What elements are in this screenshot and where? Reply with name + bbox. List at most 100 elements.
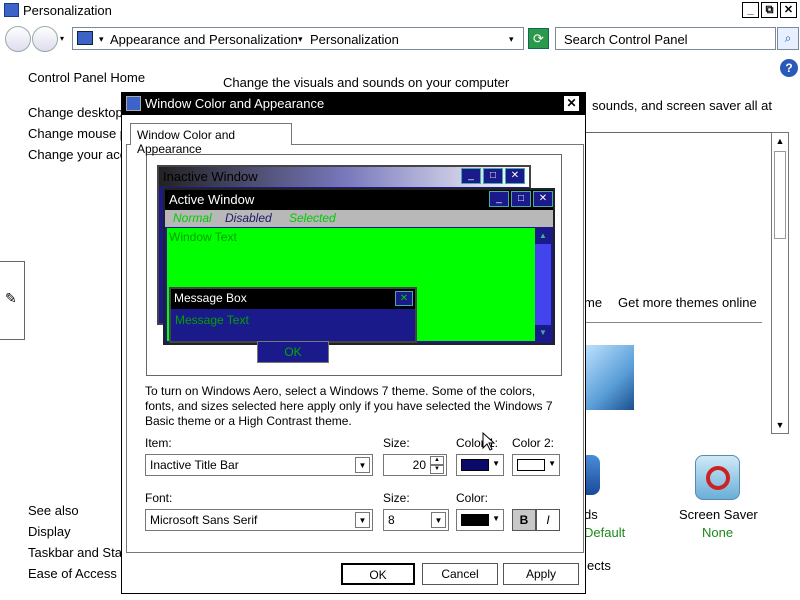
bold-toggle[interactable]: B: [512, 509, 536, 531]
font-label: Font:: [145, 491, 173, 505]
ok-button[interactable]: OK: [341, 563, 415, 585]
recent-pages-icon[interactable]: ▾: [60, 34, 64, 43]
sounds-value[interactable]: Default: [584, 525, 625, 540]
see-also-taskbar-link[interactable]: Taskbar and Sta: [28, 545, 122, 560]
theme-thumbnail[interactable]: [584, 345, 634, 410]
themes-fragment: me: [584, 295, 603, 310]
dialog-close-button[interactable]: ✕: [563, 95, 580, 112]
item-select-value: Inactive Title Bar: [150, 458, 239, 472]
scroll-down-icon[interactable]: ▼: [772, 417, 788, 433]
preview-message-box: Message Box ✕ Message Text OK: [169, 287, 417, 363]
color2-swatch: [517, 459, 545, 471]
refresh-icon[interactable]: ⟳: [528, 28, 549, 49]
chevron-down-icon[interactable]: ▼: [431, 512, 446, 528]
forward-button[interactable]: [32, 26, 58, 52]
see-also-ease-link[interactable]: Ease of Access: [28, 566, 117, 581]
item-size-stepper[interactable]: 20 ▲ ▼: [383, 454, 447, 476]
edit-icon: ✎: [5, 290, 17, 306]
color2-picker[interactable]: ▼: [512, 454, 560, 476]
menu-disabled: Disabled: [225, 211, 272, 225]
active-titlebar: Active Window _ □ ✕: [165, 190, 553, 210]
chevron-down-icon[interactable]: ▾: [99, 34, 104, 45]
maximize-icon: □: [511, 191, 531, 207]
minimize-button[interactable]: _: [742, 2, 759, 18]
stepper-down-icon[interactable]: ▼: [430, 465, 444, 474]
minimize-icon: _: [461, 168, 481, 184]
search-icon[interactable]: ⌕: [777, 27, 799, 50]
divider: [584, 322, 762, 323]
close-button[interactable]: ✕: [780, 2, 797, 18]
sidebar-link-account[interactable]: Change your acc: [28, 147, 126, 162]
personalization-icon: [4, 3, 19, 17]
help-icon[interactable]: ?: [780, 59, 798, 77]
sidebar-link-mouse[interactable]: Change mouse p: [28, 126, 127, 141]
message-box-title: Message Box: [174, 291, 247, 305]
italic-toggle[interactable]: I: [536, 509, 560, 531]
close-icon: ✕: [395, 291, 413, 306]
maximize-icon: □: [483, 168, 503, 184]
window-text: Window Text: [169, 230, 237, 244]
maximize-button[interactable]: ⧉: [761, 2, 778, 18]
dialog-title: Window Color and Appearance: [145, 96, 325, 111]
page-heading: Change the visuals and sounds on your co…: [223, 75, 510, 90]
sounds-label-fragment[interactable]: ds: [584, 507, 598, 522]
screen-saver-value[interactable]: None: [702, 525, 733, 540]
page-subheading: sounds, and screen saver all at: [592, 98, 772, 113]
search-input[interactable]: Search Control Panel: [555, 27, 776, 50]
stepper-up-icon[interactable]: ▲: [430, 456, 444, 465]
minimize-icon: _: [489, 191, 509, 207]
scroll-up-icon[interactable]: ▲: [772, 133, 788, 149]
menu-selected: Selected: [289, 211, 336, 225]
message-text: Message Text: [175, 313, 249, 327]
preview-menu-bar: Normal Disabled Selected: [165, 210, 553, 227]
scroll-up-icon: ▲: [535, 228, 551, 244]
font-size-select[interactable]: 8 ▼: [383, 509, 449, 531]
no-symbol-icon: [706, 466, 730, 490]
preview-scrollbar: ▲ ▼: [535, 228, 551, 341]
sidebar-link-desktop[interactable]: Change desktop: [28, 105, 123, 120]
side-panel-tab[interactable]: ✎: [0, 261, 25, 340]
divider: [584, 132, 772, 133]
font-size-value: 8: [388, 513, 395, 527]
chevron-down-icon[interactable]: ▼: [355, 457, 370, 473]
font-select-value: Microsoft Sans Serif: [150, 513, 258, 527]
font-select[interactable]: Microsoft Sans Serif ▼: [145, 509, 373, 531]
tab-window-color[interactable]: Window Color and Appearance: [130, 123, 292, 156]
window-color-dialog: Window Color and Appearance ✕ Window Col…: [121, 92, 586, 594]
scrollbar-thumb[interactable]: [774, 151, 786, 239]
sounds-icon[interactable]: [584, 455, 600, 495]
breadcrumb-current[interactable]: Personalization: [310, 32, 399, 47]
color1-swatch: [461, 459, 489, 471]
screen-saver-label[interactable]: Screen Saver: [679, 507, 758, 522]
color2-label: Color 2:: [512, 436, 555, 450]
close-icon: ✕: [505, 168, 525, 184]
screen-saver-icon[interactable]: [695, 455, 740, 500]
chevron-down-icon[interactable]: ▼: [355, 512, 370, 528]
font-color-picker[interactable]: ▼: [456, 509, 504, 531]
dialog-titlebar: Window Color and Appearance ✕: [122, 93, 585, 115]
apply-button[interactable]: Apply: [503, 563, 579, 585]
scroll-down-icon: ▼: [535, 325, 551, 341]
address-dropdown-icon[interactable]: ▾: [509, 34, 514, 45]
themes-scrollbar[interactable]: ▲ ▼: [771, 132, 789, 434]
see-also-display-link[interactable]: Display: [28, 524, 71, 539]
inactive-titlebar: Inactive Window _ □ ✕: [159, 167, 529, 187]
breadcrumb-root[interactable]: Appearance and Personalization: [110, 32, 298, 47]
get-more-themes-link[interactable]: Get more themes online: [618, 295, 757, 310]
chevron-down-icon[interactable]: ▾: [298, 34, 303, 45]
font-color-swatch: [461, 514, 489, 526]
back-button[interactable]: [5, 26, 31, 52]
effects-fragment: ects: [587, 558, 611, 573]
color1-picker[interactable]: ▼: [456, 454, 504, 476]
address-bar[interactable]: ▾ Appearance and Personalization ▾ Perso…: [72, 27, 524, 50]
item-size-value: 20: [412, 458, 426, 472]
font-size-label: Size:: [383, 491, 410, 505]
control-panel-home-link[interactable]: Control Panel Home: [28, 70, 145, 85]
active-window-title: Active Window: [169, 192, 255, 207]
inactive-window-title: Inactive Window: [163, 169, 258, 184]
cancel-button[interactable]: Cancel: [422, 563, 498, 585]
window-titlebar: Personalization _ ⧉ ✕: [0, 0, 800, 22]
item-select[interactable]: Inactive Title Bar ▼: [145, 454, 373, 476]
appearance-preview: Inactive Window _ □ ✕ Active Window _ □ …: [146, 154, 562, 376]
see-also-heading: See also: [28, 503, 79, 518]
